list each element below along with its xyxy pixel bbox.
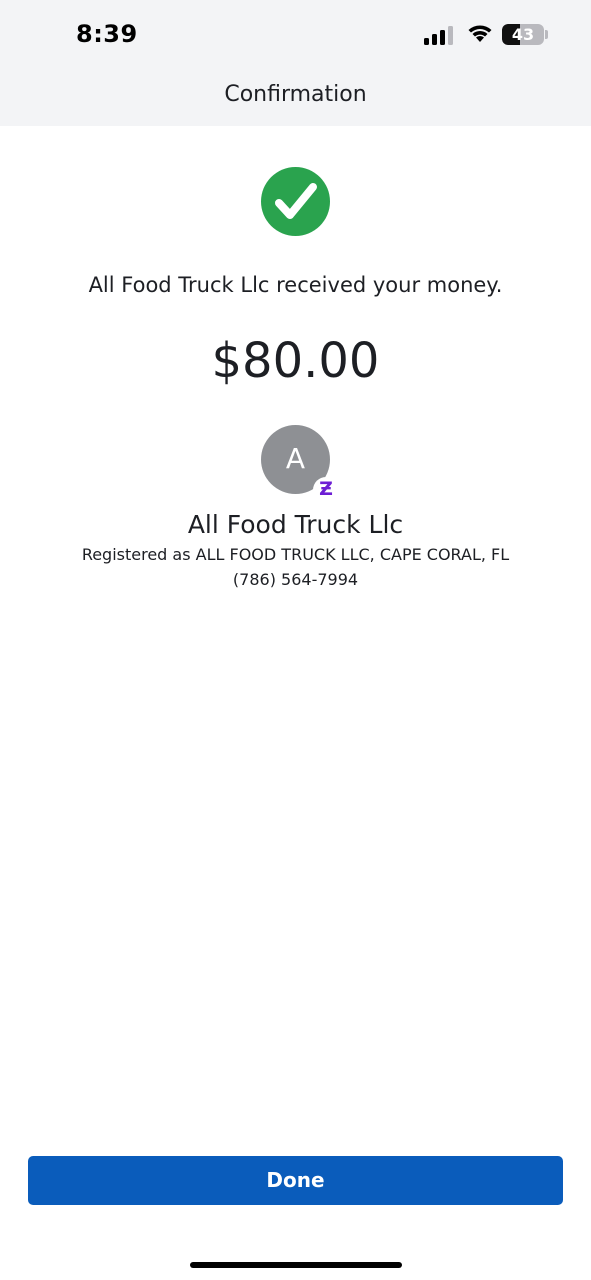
checkmark-icon [275,183,317,219]
status-time: 8:39 [76,20,138,48]
page-title: Confirmation [224,82,367,107]
battery-tip [545,30,548,39]
zelle-glyph: Ƶ [319,478,333,500]
recipient-phone: (786) 564-7994 [232,570,359,589]
battery-icon: 43 [502,24,544,45]
recipient-registered-info: Registered as ALL FOOD TRUCK LLC, CAPE C… [81,545,510,564]
home-indicator[interactable] [190,1262,402,1268]
avatar-initial: A [285,442,306,475]
wifi-icon [468,25,492,42]
confirmation-message: All Food Truck Llc received your money. [88,273,503,297]
recipient-name: All Food Truck Llc [187,510,404,539]
success-check-icon [261,167,330,236]
top-bar: 8:39 43 Confirmation [0,0,591,126]
payment-amount: $80.00 [211,333,380,389]
done-button[interactable]: Done [28,1156,563,1205]
battery-level: 43 [511,25,535,44]
zelle-icon: Ƶ [313,477,339,503]
cellular-signal-icon [424,26,453,45]
